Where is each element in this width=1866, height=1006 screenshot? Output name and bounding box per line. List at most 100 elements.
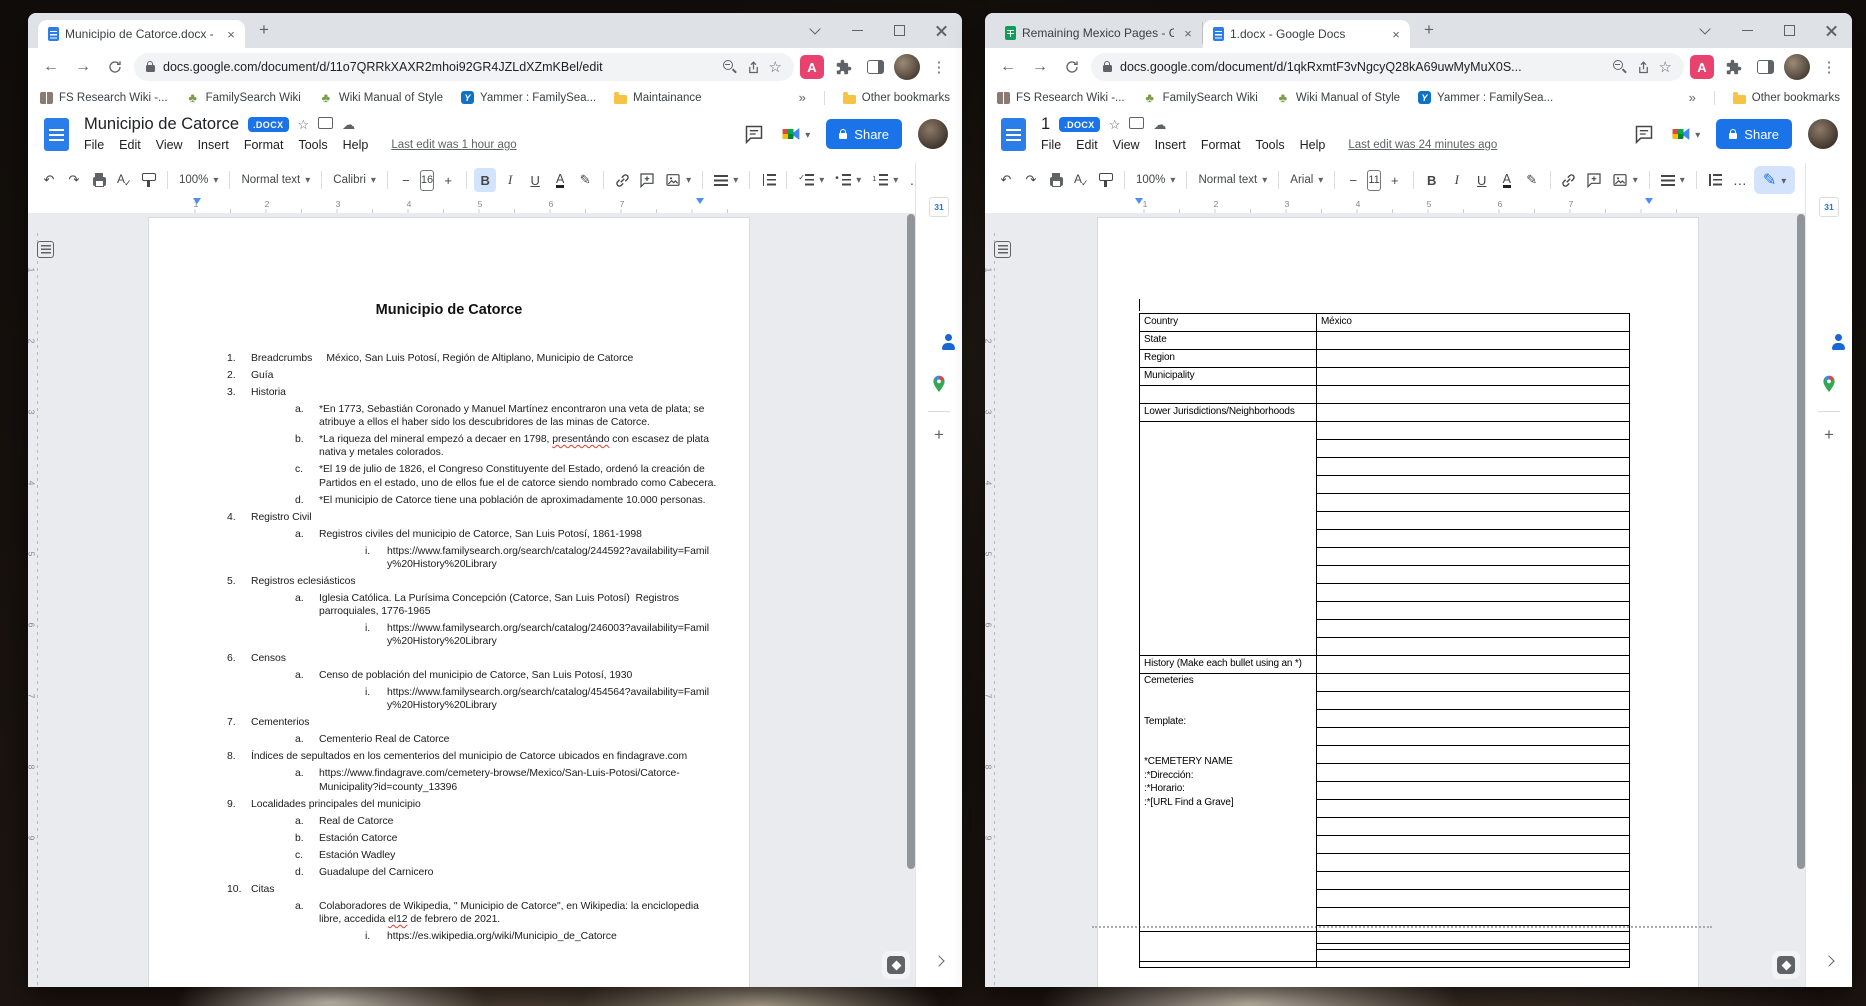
table-cell[interactable]	[1317, 404, 1630, 422]
bookmarks-overflow-icon[interactable]: »	[799, 90, 806, 105]
meet-presentation-button[interactable]	[1670, 124, 1700, 144]
maximize-button[interactable]	[878, 13, 920, 48]
menu-insert[interactable]: Insert	[198, 138, 229, 152]
close-button[interactable]	[1810, 13, 1852, 48]
reload-icon[interactable]	[1059, 54, 1085, 80]
new-tab-button[interactable]	[1416, 18, 1442, 44]
zoom-select[interactable]: 100%	[1132, 174, 1179, 186]
table-cell[interactable]	[1140, 386, 1317, 404]
hide-side-panel-icon[interactable]	[933, 955, 944, 966]
document-title[interactable]: 1	[1041, 115, 1050, 134]
highlight-color-icon[interactable]	[1521, 168, 1543, 192]
side-panel-icon[interactable]	[1752, 54, 1778, 80]
table-cell[interactable]	[1317, 512, 1630, 530]
bookmark-star-icon[interactable]	[1659, 60, 1672, 75]
move-folder-icon[interactable]	[318, 117, 333, 129]
menu-file[interactable]: File	[84, 138, 104, 152]
italic-icon[interactable]: I	[1446, 168, 1468, 192]
table-cell[interactable]	[1317, 890, 1630, 908]
editing-mode-button[interactable]	[1754, 166, 1795, 194]
tab-1-docx[interactable]: 1.docx - Google Docs	[1203, 20, 1410, 48]
hide-side-panel-icon[interactable]	[1823, 955, 1834, 966]
align-icon[interactable]	[710, 174, 742, 186]
tab-search-icon[interactable]	[794, 13, 836, 48]
menu-view[interactable]: View	[156, 138, 183, 152]
table-cell[interactable]	[1317, 494, 1630, 512]
menu-file[interactable]: File	[1041, 138, 1061, 152]
url-text[interactable]: docs.google.com/document/d/1qkRxmtF3vNgc…	[1120, 60, 1605, 74]
menu-tools[interactable]: Tools	[1255, 138, 1284, 152]
table-cell[interactable]	[1140, 932, 1317, 968]
reload-icon[interactable]	[102, 54, 128, 80]
left-indent-marker[interactable]	[193, 198, 201, 204]
bookmark-item[interactable]: FS Research Wiki -...	[40, 91, 168, 105]
bookmark-item[interactable]: Wiki Manual of Style	[1276, 91, 1400, 105]
explore-button[interactable]	[882, 951, 910, 979]
doc-table-continued[interactable]	[1139, 931, 1630, 968]
extensions-puzzle-icon[interactable]	[1720, 54, 1746, 80]
table-cell[interactable]	[1317, 368, 1630, 386]
print-icon[interactable]	[88, 168, 110, 192]
forward-icon[interactable]: →	[1027, 54, 1053, 80]
font-select[interactable]: Calibri	[329, 174, 380, 186]
insert-image-icon[interactable]	[661, 172, 695, 188]
google-docs-logo-icon[interactable]	[44, 118, 69, 151]
document-page[interactable]: Municipio de Catorce 1.Breadcrumbs Méxic…	[148, 217, 750, 987]
table-cell[interactable]	[1317, 674, 1630, 692]
tab-remaining-mexico-pages[interactable]: Remaining Mexico Pages - Goog	[995, 22, 1203, 44]
last-edit-link[interactable]: Last edit was 1 hour ago	[391, 139, 516, 151]
maximize-button[interactable]	[1768, 13, 1810, 48]
table-cell[interactable]: State	[1140, 332, 1317, 350]
explore-button[interactable]	[1772, 951, 1800, 979]
bulleted-list-icon[interactable]	[831, 174, 865, 186]
profile-avatar[interactable]	[894, 54, 920, 80]
zoom-select[interactable]: 100%	[175, 174, 222, 186]
highlight-color-icon[interactable]	[574, 168, 596, 192]
forward-icon[interactable]: →	[70, 54, 96, 80]
right-indent-marker[interactable]	[1645, 198, 1653, 204]
line-spacing-icon[interactable]	[1704, 168, 1726, 192]
table-cell[interactable]	[1317, 422, 1630, 440]
add-addon-icon[interactable]	[1824, 425, 1834, 445]
styles-select[interactable]: Normal text	[1194, 174, 1271, 186]
scrollbar-thumb[interactable]	[1797, 214, 1805, 869]
minimize-button[interactable]	[1726, 13, 1768, 48]
bookmark-item[interactable]: FamilySearch Wiki	[1143, 91, 1258, 105]
menu-insert[interactable]: Insert	[1155, 138, 1186, 152]
spellcheck-icon[interactable]	[1070, 168, 1092, 192]
font-size-value[interactable]: 16	[420, 170, 434, 191]
font-size-increase[interactable]: +	[437, 168, 459, 192]
redo-icon[interactable]	[1020, 168, 1042, 192]
comment-history-icon[interactable]	[744, 124, 764, 144]
zoom-level-icon[interactable]	[1613, 60, 1628, 75]
profile-avatar[interactable]	[1784, 54, 1810, 80]
table-cell[interactable]	[1317, 692, 1630, 710]
table-cell[interactable]	[1317, 854, 1630, 872]
bookmark-item[interactable]: FamilySearch Wiki	[186, 91, 301, 105]
document-title[interactable]: Municipio de Catorce	[84, 115, 239, 134]
maps-icon[interactable]	[1822, 375, 1837, 399]
table-cell[interactable]	[1317, 584, 1630, 602]
table-cell[interactable]	[1317, 710, 1630, 728]
table-cell[interactable]	[1317, 530, 1630, 548]
calendar-icon[interactable]: 31	[929, 197, 949, 217]
table-cell[interactable]	[1317, 656, 1630, 674]
undo-icon[interactable]	[38, 168, 60, 192]
browser-menu-icon[interactable]	[1816, 54, 1842, 80]
extension-a-badge-icon[interactable]: A	[1690, 55, 1714, 79]
bookmark-item[interactable]: YYammer : FamilySea...	[1418, 91, 1553, 105]
table-cell[interactable]	[1317, 932, 1630, 950]
table-cell[interactable]: Lower Jurisdictions/Neighborhoods	[1140, 404, 1317, 422]
table-cell[interactable]	[1317, 836, 1630, 854]
browser-menu-icon[interactable]	[926, 54, 952, 80]
tab-search-icon[interactable]	[1684, 13, 1726, 48]
back-icon[interactable]: ←	[38, 54, 64, 80]
extension-a-badge-icon[interactable]: A	[800, 55, 824, 79]
insert-image-icon[interactable]	[1608, 172, 1642, 188]
other-bookmarks-button[interactable]: Other bookmarks	[1733, 92, 1840, 104]
table-cell[interactable]	[1317, 476, 1630, 494]
comment-history-icon[interactable]	[1634, 124, 1654, 144]
bookmarks-overflow-icon[interactable]: »	[1689, 90, 1696, 105]
table-cell[interactable]	[1317, 764, 1630, 782]
table-cell[interactable]	[1317, 728, 1630, 746]
